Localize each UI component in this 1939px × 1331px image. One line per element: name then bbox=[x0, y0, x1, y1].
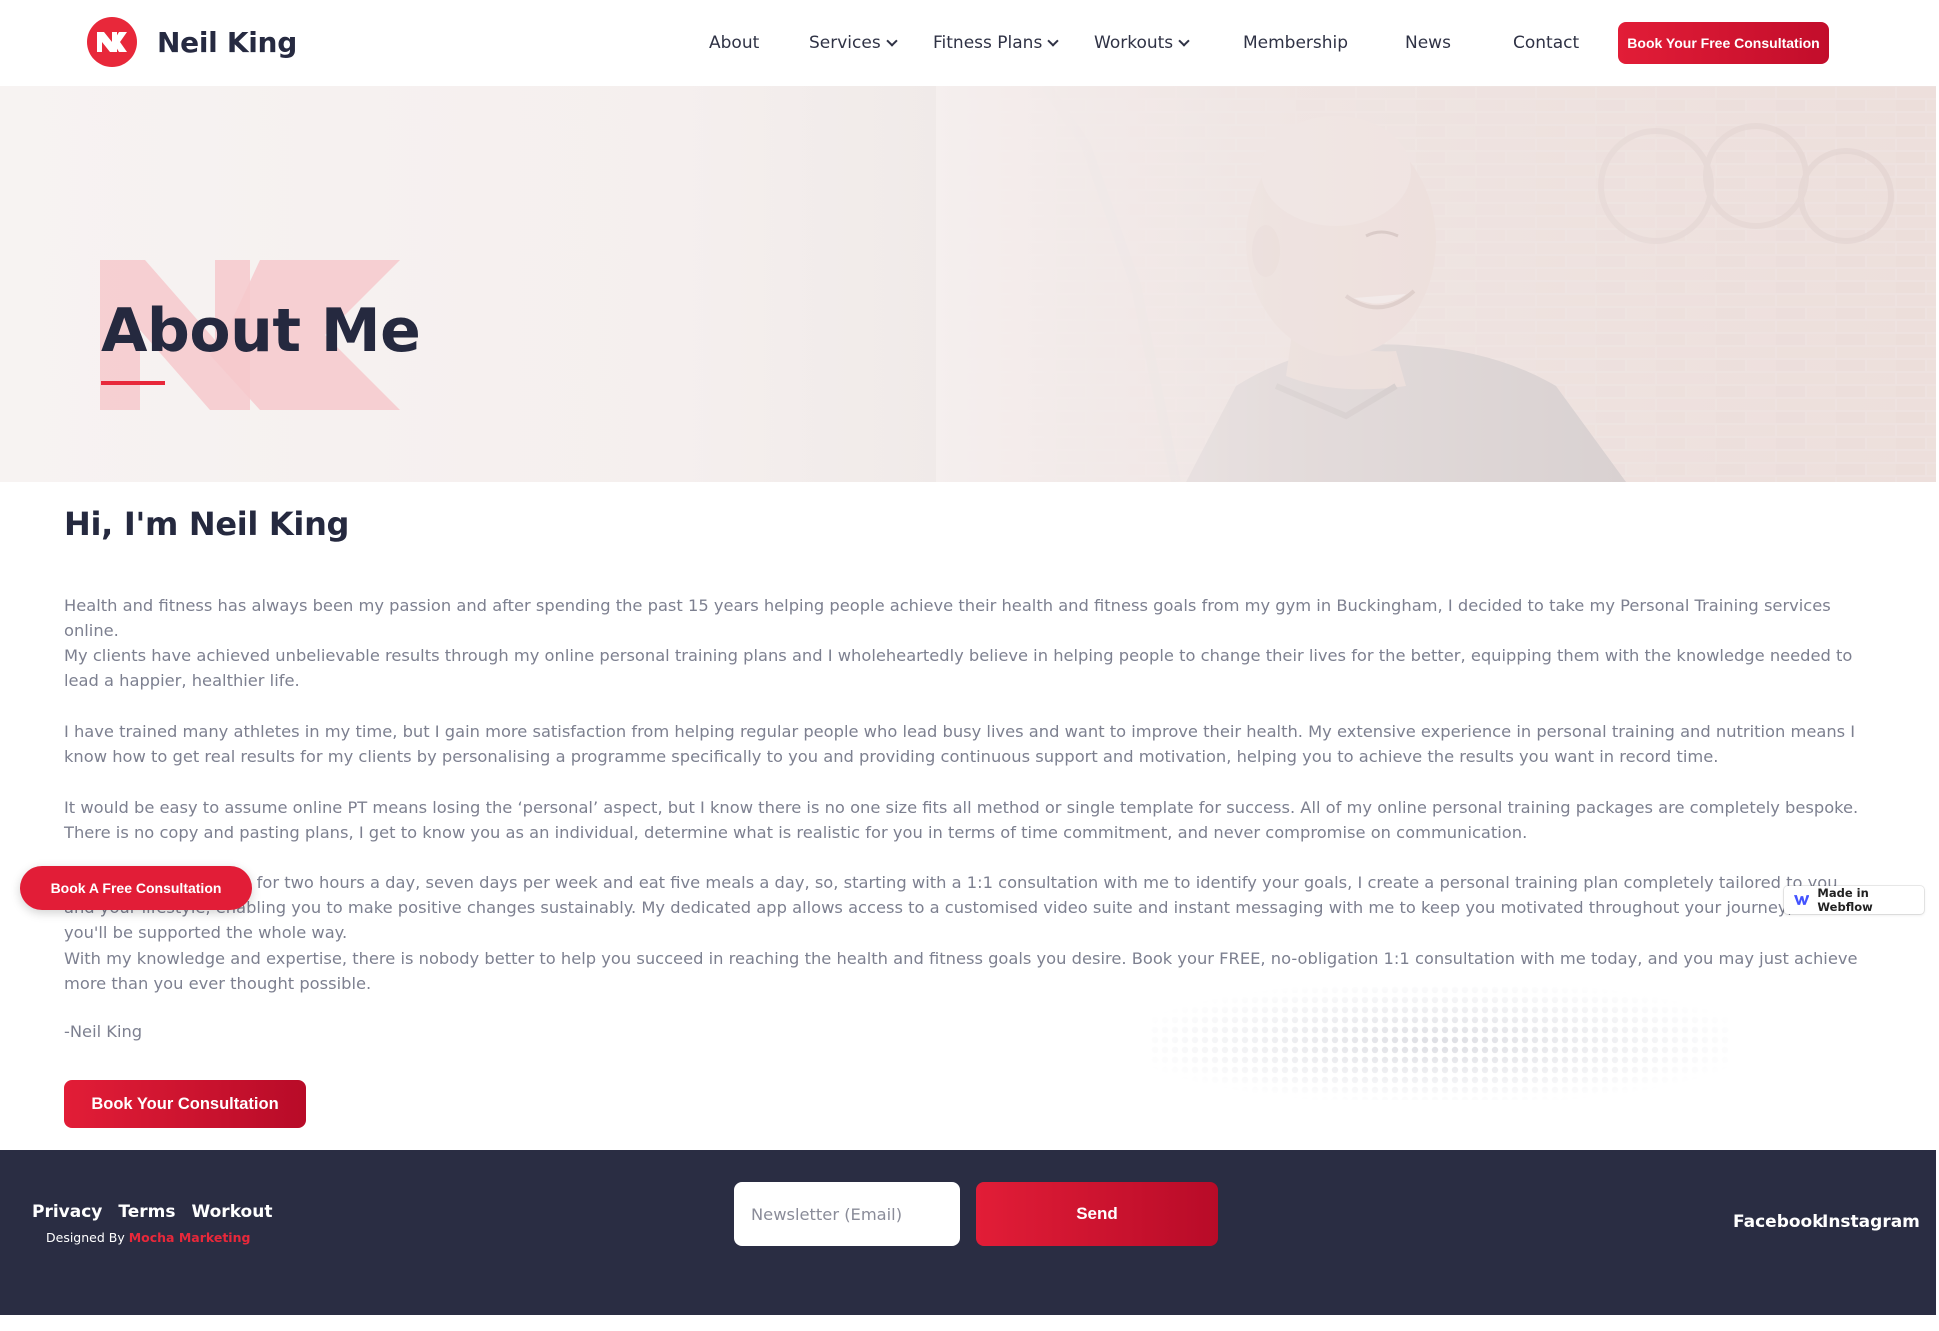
nav-fitness-plans[interactable]: Fitness Plans bbox=[933, 24, 1059, 62]
made-in-webflow-badge[interactable]: Made in Webflow bbox=[1784, 886, 1924, 914]
nav-services[interactable]: Services bbox=[809, 24, 898, 62]
newsletter-email-input[interactable] bbox=[734, 1182, 960, 1246]
chevron-down-icon bbox=[886, 34, 898, 47]
title-underline bbox=[101, 381, 165, 385]
agency-link[interactable]: Mocha Marketing bbox=[129, 1230, 251, 1245]
paragraph: With my knowledge and expertise, there i… bbox=[64, 949, 1858, 993]
webflow-logo-icon bbox=[1794, 895, 1810, 905]
signoff: -Neil King bbox=[64, 1022, 143, 1041]
page-title: About Me bbox=[101, 296, 421, 366]
nav-label: Services bbox=[809, 33, 881, 53]
chevron-down-icon bbox=[1178, 34, 1190, 47]
nav-label: Membership bbox=[1243, 33, 1349, 53]
webflow-badge-label: Made in Webflow bbox=[1817, 886, 1873, 914]
book-consultation-button[interactable]: Book Your Consultation bbox=[64, 1080, 306, 1128]
nav-label: About bbox=[709, 33, 760, 53]
dot-pattern-decoration bbox=[1150, 985, 1730, 1100]
floating-consultation-button[interactable]: Book A Free Consultation bbox=[20, 866, 252, 910]
nav-membership[interactable]: Membership bbox=[1243, 24, 1348, 62]
footer-link-privacy[interactable]: Privacy bbox=[32, 1202, 102, 1222]
nav-label: Contact bbox=[1513, 33, 1580, 53]
site-header: Neil King About Services Fitness Plans W… bbox=[0, 0, 1939, 86]
paragraph: I have trained many athletes in my time,… bbox=[64, 722, 1856, 766]
site-footer: Privacy Terms Workout Designed By Mocha … bbox=[0, 1150, 1936, 1315]
nav-contact[interactable]: Contact bbox=[1513, 24, 1579, 62]
nav-workouts[interactable]: Workouts bbox=[1094, 24, 1190, 62]
hero-portrait-image bbox=[936, 86, 1936, 482]
footer-links: Privacy Terms Workout bbox=[32, 1202, 272, 1222]
social-link-facebook[interactable]: Facebook bbox=[1733, 1212, 1824, 1232]
content-column: Hi, I'm Neil King Health and fitness has… bbox=[64, 505, 1864, 1041]
nav-news[interactable]: News bbox=[1405, 24, 1451, 62]
nav-label: News bbox=[1405, 33, 1451, 53]
hero-title-block: About Me bbox=[100, 260, 421, 410]
designed-by-credit: Designed By Mocha Marketing bbox=[46, 1230, 250, 1245]
book-free-consultation-button[interactable]: Book Your Free Consultation bbox=[1618, 22, 1829, 64]
footer-link-terms[interactable]: Terms bbox=[118, 1202, 175, 1222]
paragraph: My clients have achieved unbelievable re… bbox=[64, 646, 1853, 690]
nav-about[interactable]: About bbox=[709, 24, 759, 62]
greeting-heading: Hi, I'm Neil King bbox=[64, 505, 350, 543]
paragraph: Health and fitness has always been my pa… bbox=[64, 596, 1831, 640]
chevron-down-icon bbox=[1047, 34, 1059, 47]
nav-label: Fitness Plans bbox=[933, 33, 1043, 53]
paragraph: Not everyone can train for two hours a d… bbox=[64, 873, 1838, 942]
designed-by-prefix: Designed By bbox=[46, 1230, 129, 1245]
nav-label: Workouts bbox=[1094, 33, 1174, 53]
paragraph: It would be easy to assume online PT mea… bbox=[64, 798, 1859, 842]
footer-link-workout[interactable]: Workout bbox=[191, 1202, 272, 1222]
newsletter-send-button[interactable]: Send bbox=[976, 1182, 1218, 1246]
social-link-instagram[interactable]: Instagram bbox=[1822, 1212, 1920, 1232]
hero-banner: About Me bbox=[0, 86, 1936, 482]
